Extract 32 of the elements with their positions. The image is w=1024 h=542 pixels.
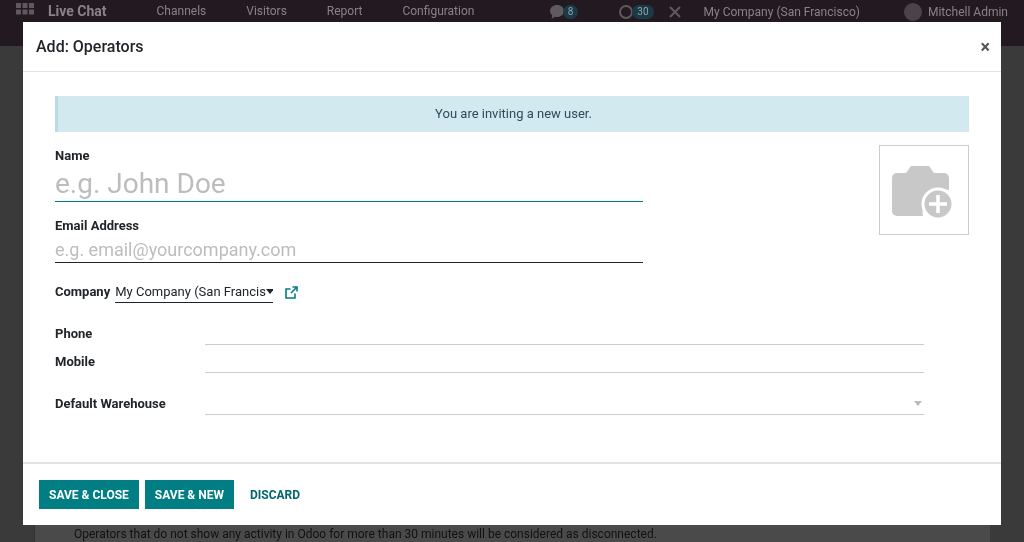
external-link-icon[interactable]: [285, 285, 299, 299]
app-name: Live Chat: [48, 3, 107, 19]
nav-menu-item[interactable]: Configuration: [402, 3, 475, 19]
photo-upload[interactable]: [879, 145, 969, 235]
user-avatar[interactable]: [903, 3, 922, 21]
primary-button[interactable]: SAVE & CLOSE: [39, 480, 139, 509]
user-menu[interactable]: Mitchell Admin: [927, 4, 1008, 20]
dialog-title: Add: Operators: [36, 35, 144, 58]
caret-icon: [265, 289, 274, 294]
info-alert: You are inviting a new user.: [55, 96, 969, 132]
chat-count-badge: 8: [562, 5, 579, 19]
clock-icon[interactable]: [618, 4, 635, 20]
field-label: Mobile: [55, 352, 96, 371]
nav-menu-item[interactable]: Channels: [156, 3, 207, 19]
close-button[interactable]: ×: [980, 33, 990, 60]
chat-icon[interactable]: [548, 4, 565, 20]
discard-button[interactable]: DISCARD: [239, 480, 311, 509]
company-select[interactable]: My Company (San Francis: [115, 281, 274, 303]
email-field[interactable]: e.g. email@yourcompany.com: [55, 237, 643, 263]
nav-menu-item[interactable]: Report: [326, 3, 363, 19]
field-label: Name: [55, 147, 91, 165]
caret-icon: [914, 401, 922, 406]
activity-count-badge: 30: [632, 5, 654, 19]
field-label: Phone: [55, 324, 94, 343]
field-label: Company: [55, 283, 111, 302]
company-switcher[interactable]: My Company (San Francisco): [703, 4, 860, 20]
field-label: Email Address: [55, 216, 141, 235]
field-label: Default Warehouse: [55, 394, 167, 413]
info-note: Operators that do not show any activity in Odoo for more than 30 minutes will be considered as disconnected.: [73, 526, 658, 541]
primary-button[interactable]: SAVE & NEW: [144, 480, 234, 509]
name-field[interactable]: e.g. John Doe: [55, 167, 643, 202]
nav-menu-item[interactable]: Visitors: [246, 3, 287, 19]
